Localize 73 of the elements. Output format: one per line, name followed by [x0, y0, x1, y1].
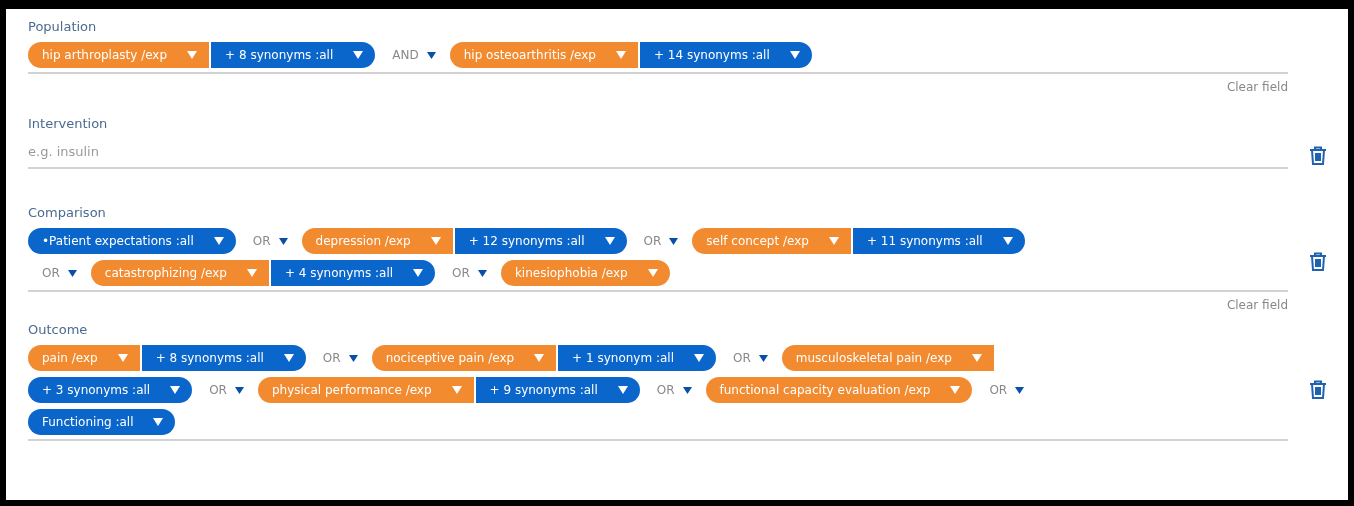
field-label: Population	[28, 19, 98, 34]
operator-dropdown[interactable]: OR	[438, 266, 501, 280]
operator-dropdown[interactable]: OR	[195, 383, 258, 397]
caret-icon	[413, 269, 424, 277]
clear-field-link[interactable]: Clear field	[1226, 80, 1288, 94]
term-chip[interactable]: musculoskeletal pain /exp	[781, 345, 994, 371]
field-label: Intervention	[28, 116, 109, 131]
term-chip[interactable]: hip arthroplasty /exp	[28, 42, 210, 68]
caret-icon	[828, 237, 839, 245]
caret-icon	[758, 354, 768, 362]
concept-chip[interactable]: Functioning :all	[28, 409, 176, 435]
caret-icon	[117, 354, 128, 362]
field-label: Comparison	[28, 205, 107, 220]
operator-dropdown[interactable]: OR	[642, 383, 706, 397]
clear-field-link[interactable]: Clear field	[1226, 298, 1288, 312]
caret-icon	[694, 354, 704, 362]
synonyms-chip[interactable]: + 14 synonyms :all	[640, 42, 812, 68]
operator-dropdown[interactable]: OR	[719, 351, 782, 365]
term-chip[interactable]: kinesiophobia /exp	[500, 260, 670, 286]
caret-icon	[477, 269, 487, 277]
caret-icon	[278, 237, 288, 245]
caret-icon	[426, 51, 436, 59]
caret-icon	[213, 237, 224, 245]
trash-icon[interactable]	[1309, 252, 1327, 271]
term-chip[interactable]: hip osteoarthritis /exp	[449, 42, 638, 68]
operator-dropdown[interactable]: OR	[28, 266, 91, 280]
synonyms-chip[interactable]: + 1 synonym :all	[558, 345, 716, 371]
caret-icon	[789, 51, 800, 59]
term-chip[interactable]: depression /exp	[301, 228, 453, 254]
caret-icon	[430, 237, 441, 245]
concept-chip[interactable]: •Patient expectations :all	[28, 228, 236, 254]
caret-icon	[950, 386, 961, 394]
caret-icon	[669, 237, 679, 245]
caret-icon	[153, 418, 164, 426]
trash-icon[interactable]	[1309, 146, 1327, 165]
term-chip[interactable]: self concept /exp	[692, 228, 851, 254]
caret-icon	[972, 354, 982, 362]
caret-icon	[682, 386, 692, 394]
caret-icon	[534, 354, 545, 362]
operator-dropdown[interactable]: OR	[308, 351, 372, 365]
term-chip[interactable]: pain /exp	[28, 345, 140, 371]
synonyms-chip[interactable]: + 8 synonyms :all	[211, 42, 376, 68]
caret-icon	[647, 269, 658, 277]
term-chip[interactable]: nociceptive pain /exp	[371, 345, 557, 371]
field-label: Outcome	[28, 322, 89, 337]
synonyms-chip[interactable]: + 8 synonyms :all	[141, 345, 306, 371]
operator-dropdown[interactable]: OR	[975, 383, 1039, 397]
term-chip[interactable]: catastrophizing /exp	[90, 260, 269, 286]
caret-icon	[1002, 237, 1013, 245]
caret-icon	[170, 386, 181, 394]
operator-dropdown[interactable]: OR	[629, 234, 693, 248]
caret-icon	[604, 237, 615, 245]
caret-icon	[246, 269, 257, 277]
synonyms-chip[interactable]: + 3 synonyms :all	[28, 377, 193, 403]
term-chip[interactable]: physical performance /exp	[257, 377, 474, 403]
caret-icon	[617, 386, 628, 394]
operator-dropdown[interactable]: AND	[378, 48, 450, 62]
synonyms-chip[interactable]: + 9 synonyms :all	[475, 377, 640, 403]
caret-icon	[187, 51, 198, 59]
caret-icon	[348, 354, 358, 362]
synonyms-chip[interactable]: + 4 synonyms :all	[270, 260, 436, 286]
caret-icon	[1015, 386, 1025, 394]
term-chip[interactable]: functional capacity evaluation /exp	[705, 377, 973, 403]
caret-icon	[451, 386, 462, 394]
caret-icon	[234, 386, 244, 394]
synonyms-chip[interactable]: + 12 synonyms :all	[454, 228, 627, 254]
caret-icon	[616, 51, 626, 59]
caret-icon	[353, 51, 364, 59]
caret-icon	[283, 354, 294, 362]
synonyms-chip[interactable]: + 11 synonyms :all	[852, 228, 1025, 254]
caret-icon	[67, 269, 77, 277]
operator-dropdown[interactable]: OR	[238, 234, 302, 248]
trash-icon[interactable]	[1309, 380, 1327, 399]
